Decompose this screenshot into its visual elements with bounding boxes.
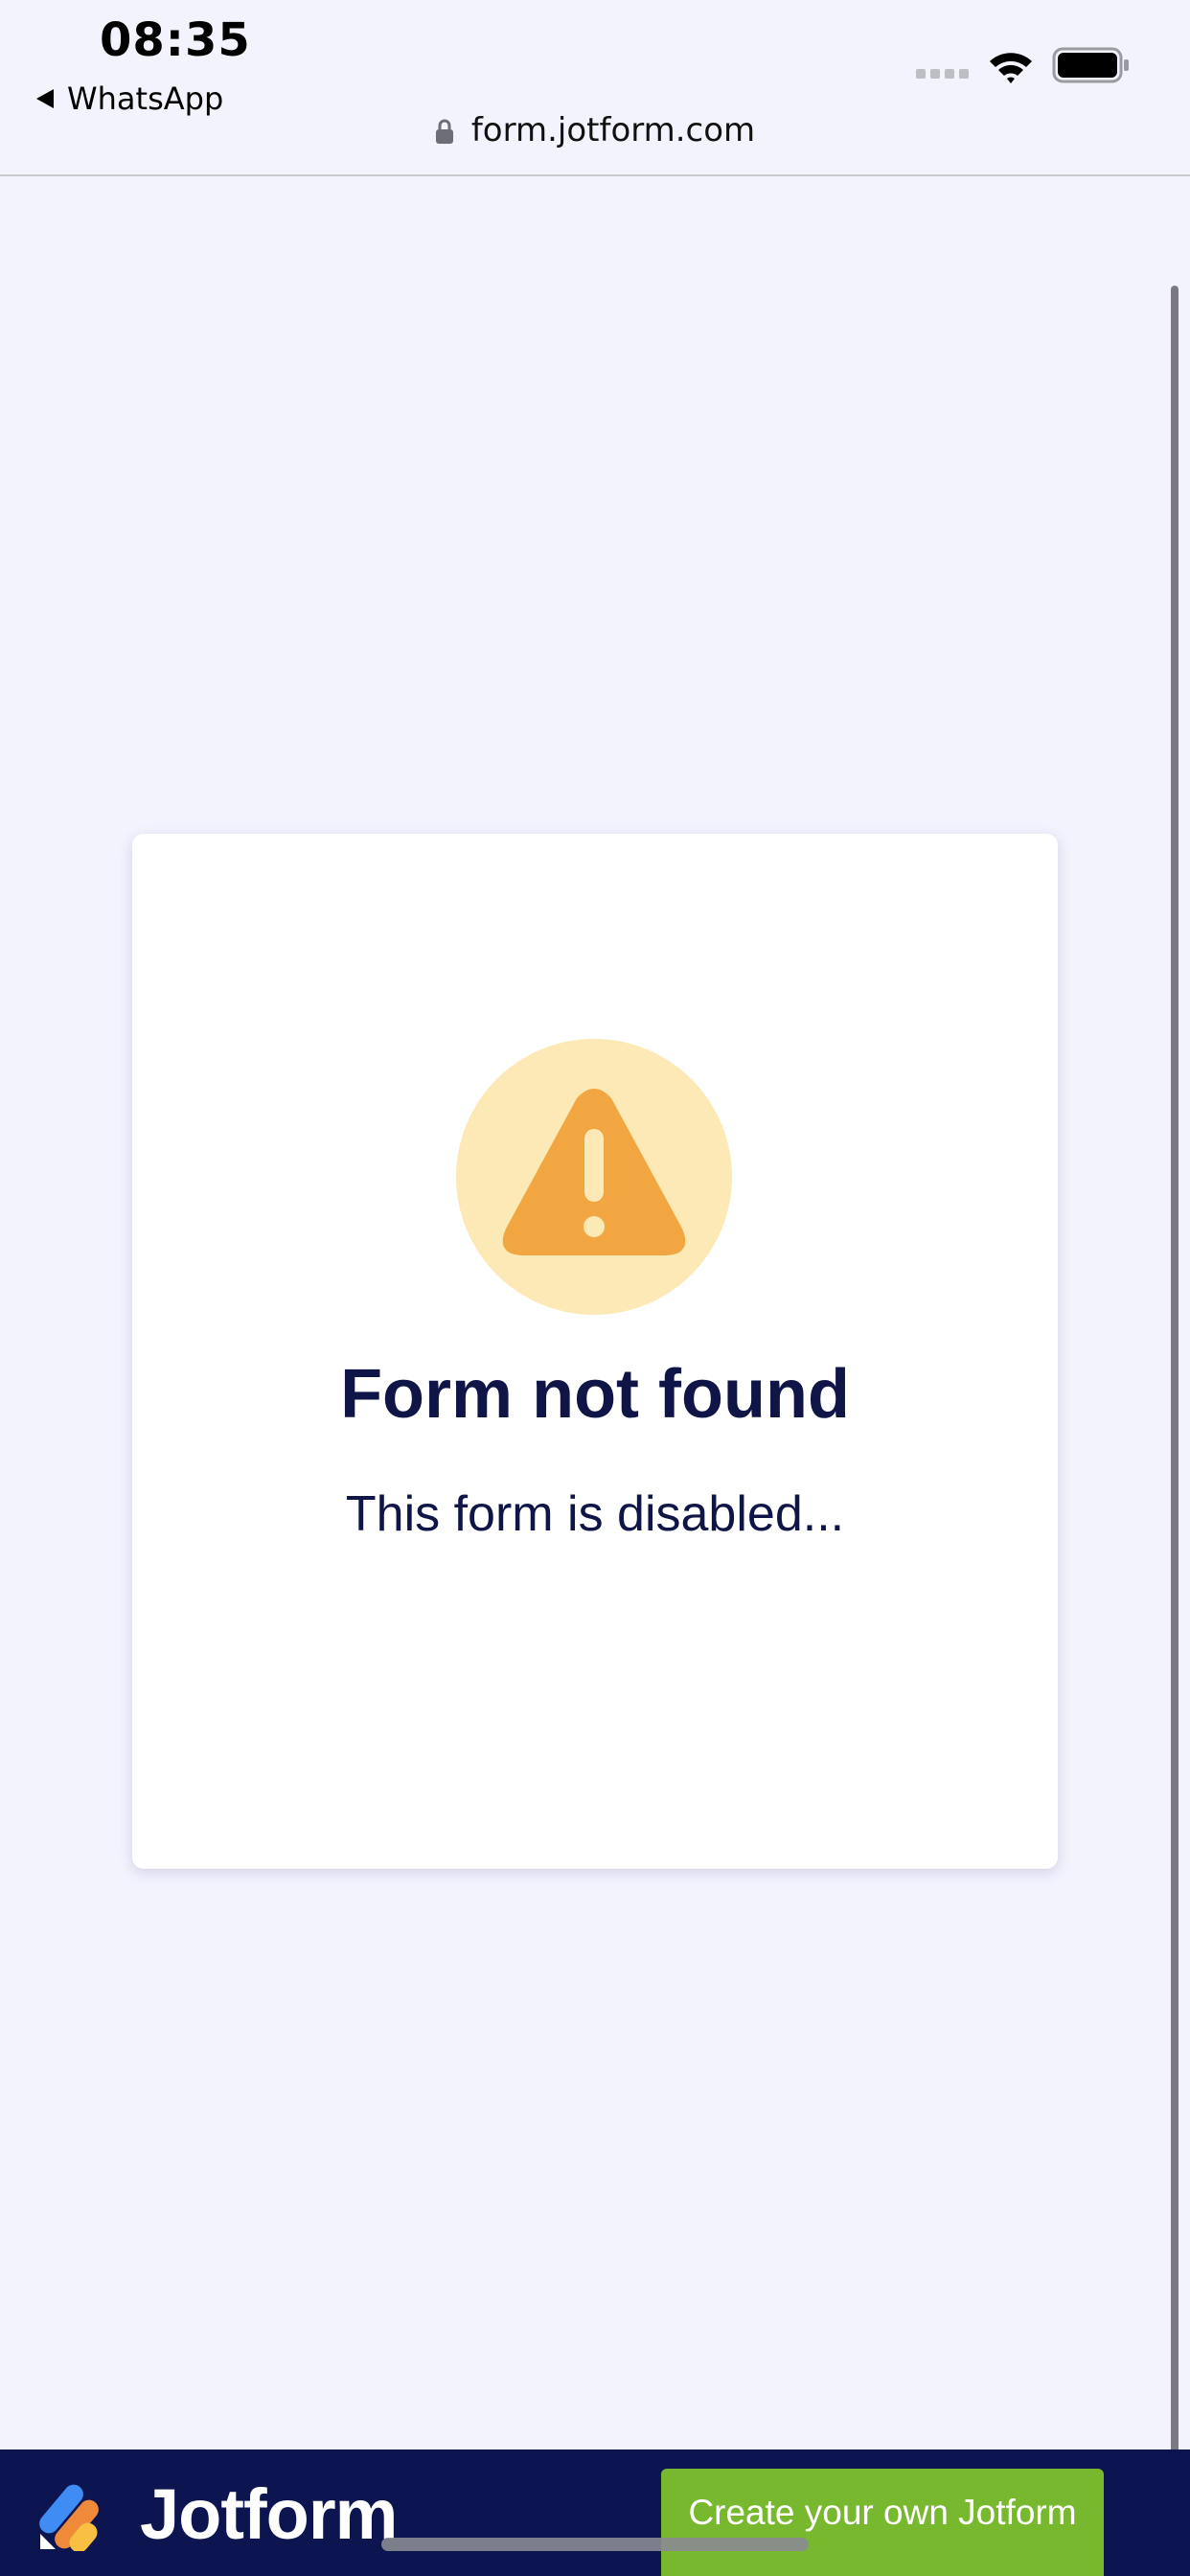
wifi-icon xyxy=(990,53,1032,83)
error-card: Form not found This form is disabled... xyxy=(132,834,1058,1869)
battery-icon xyxy=(1052,47,1129,83)
home-indicator[interactable] xyxy=(381,2538,809,2551)
page-scrollbar[interactable] xyxy=(1171,286,1179,2490)
page-title: Form not found xyxy=(340,1356,850,1433)
back-arrow-icon xyxy=(36,89,54,108)
clock-time: 08:35 xyxy=(100,13,251,67)
jotform-logo[interactable]: Jotform xyxy=(38,2474,398,2554)
warning-badge xyxy=(456,1039,732,1315)
url-text: form.jotform.com xyxy=(470,111,756,150)
status-bar: 08:35 WhatsApp form.jotform.com xyxy=(0,0,1190,176)
warning-triangle-icon xyxy=(502,1089,686,1255)
error-message: This form is disabled... xyxy=(345,1486,845,1542)
address-bar[interactable]: form.jotform.com xyxy=(0,111,1190,150)
jotform-banner: Jotform Create your own Jotform xyxy=(0,2450,1190,2576)
create-jotform-button[interactable]: Create your own Jotform xyxy=(661,2469,1104,2576)
brand-name: Jotform xyxy=(140,2474,398,2554)
cellular-signal-icon xyxy=(916,69,969,79)
jotform-logo-icon xyxy=(39,2484,99,2551)
lock-icon xyxy=(435,119,453,144)
